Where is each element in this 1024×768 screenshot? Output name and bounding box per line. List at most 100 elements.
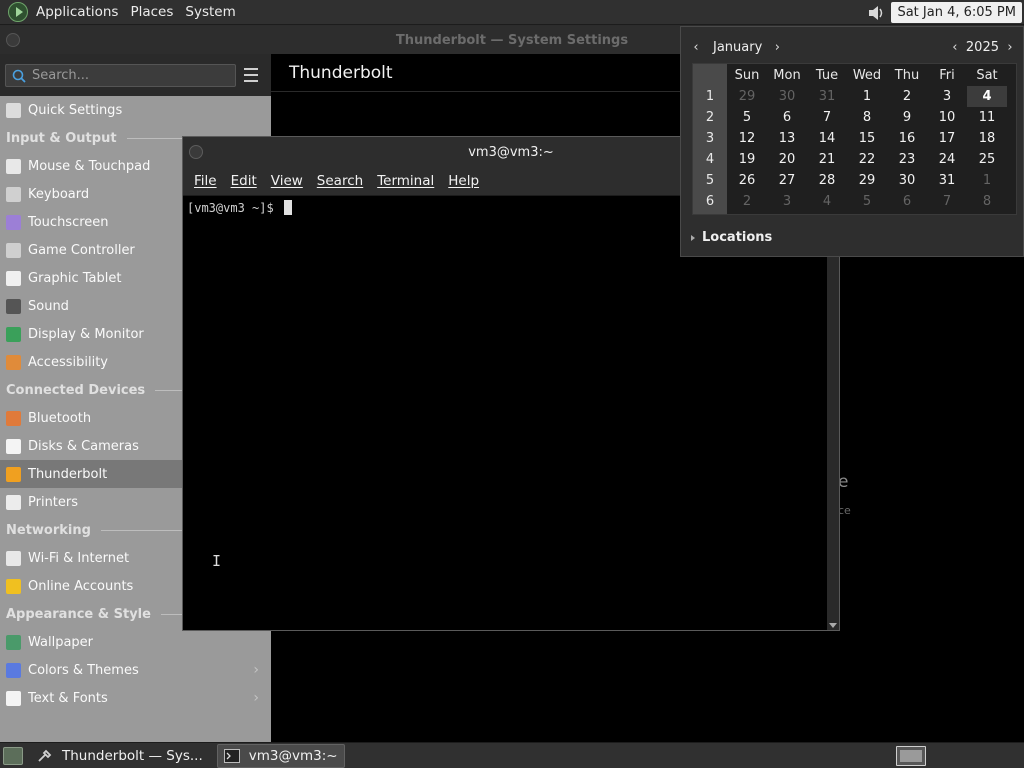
- weekday-header: Wed: [852, 68, 882, 83]
- workspace-switcher[interactable]: [896, 746, 926, 766]
- calendar-day[interactable]: 4: [807, 191, 847, 212]
- calendar-day[interactable]: 13: [767, 128, 807, 149]
- wallpaper-icon: [6, 634, 21, 650]
- next-month-button[interactable]: ›: [770, 40, 784, 55]
- sidebar-item-label: Online Accounts: [28, 578, 134, 594]
- calendar-day[interactable]: 8: [847, 107, 887, 128]
- sidebar-section-label: Input & Output: [6, 130, 117, 146]
- calendar-day[interactable]: 15: [847, 128, 887, 149]
- calendar-day[interactable]: 18: [967, 128, 1007, 149]
- calendar-day[interactable]: 24: [927, 149, 967, 170]
- calendar-day[interactable]: 3: [767, 191, 807, 212]
- calendar-day[interactable]: 2: [887, 86, 927, 107]
- search-placeholder: Search...: [32, 68, 90, 83]
- sidebar-search-row: Search...: [0, 54, 271, 96]
- menu-applications[interactable]: Applications: [30, 0, 124, 25]
- sidebar-item-colors-themes[interactable]: Colors & Themes ›: [0, 656, 271, 684]
- calendar-day[interactable]: 1: [967, 170, 1007, 191]
- locations-expander[interactable]: Locations: [691, 230, 772, 245]
- calendar-day[interactable]: 27: [767, 170, 807, 191]
- weekday-header: Sun: [734, 68, 760, 83]
- sidebar-item-label: Text & Fonts: [28, 690, 108, 706]
- window-menu-button[interactable]: [189, 145, 203, 159]
- calendar-day[interactable]: 23: [887, 149, 927, 170]
- search-input[interactable]: Search...: [5, 64, 236, 87]
- calendar-day[interactable]: 1: [847, 86, 887, 107]
- network-icon: [6, 550, 21, 566]
- scroll-down-arrow-icon[interactable]: [829, 623, 837, 628]
- terminal-icon: [223, 748, 240, 763]
- prev-month-button[interactable]: ‹: [689, 40, 703, 55]
- prev-year-button[interactable]: ‹: [948, 40, 962, 55]
- menu-file[interactable]: File: [187, 173, 224, 189]
- sidebar-item-text-fonts[interactable]: Text & Fonts ›: [0, 684, 271, 712]
- window-menu-button[interactable]: [6, 33, 20, 47]
- app-logo-icon[interactable]: [8, 2, 28, 22]
- touchscreen-icon: [6, 214, 21, 230]
- speaker-icon[interactable]: [865, 2, 887, 24]
- calendar-day[interactable]: 5: [847, 191, 887, 212]
- calendar-day[interactable]: 6: [767, 107, 807, 128]
- calendar-day[interactable]: 29: [727, 86, 767, 107]
- calendar-day-today[interactable]: 4: [967, 86, 1007, 107]
- week-number: 5: [705, 173, 715, 188]
- sidebar-item-label: Wi-Fi & Internet: [28, 550, 130, 566]
- calendar-day[interactable]: 7: [927, 191, 967, 212]
- chevron-right-icon: ›: [253, 690, 259, 706]
- menu-edit[interactable]: Edit: [224, 173, 264, 189]
- search-icon: [12, 69, 26, 83]
- printer-icon: [6, 494, 21, 510]
- menu-help[interactable]: Help: [441, 173, 486, 189]
- weekday-header: Tue: [815, 68, 839, 83]
- calendar-day[interactable]: 25: [967, 149, 1007, 170]
- calendar-day[interactable]: 6: [887, 191, 927, 212]
- calendar-day[interactable]: 5: [727, 107, 767, 128]
- weekday-header: Thu: [894, 68, 920, 83]
- calendar-day[interactable]: 14: [807, 128, 847, 149]
- calendar-day[interactable]: 17: [927, 128, 967, 149]
- calendar-day[interactable]: 12: [727, 128, 767, 149]
- calendar-day[interactable]: 9: [887, 107, 927, 128]
- top-panel: Applications Places System Sat Jan 4, 6:…: [0, 0, 1024, 25]
- menu-terminal[interactable]: Terminal: [370, 173, 441, 189]
- sidebar-item-wallpaper[interactable]: Wallpaper: [0, 628, 271, 656]
- calendar-day[interactable]: 31: [807, 86, 847, 107]
- calendar-day[interactable]: 22: [847, 149, 887, 170]
- calendar-day[interactable]: 20: [767, 149, 807, 170]
- calendar-day[interactable]: 29: [847, 170, 887, 191]
- calendar-grid: Sun Mon Tue Wed Thu Fri Sat 1 29 30 31 1 2 3 4 2 5 6 7 8 9 10…: [692, 63, 1017, 215]
- menu-places[interactable]: Places: [124, 0, 179, 25]
- calendar-day[interactable]: 30: [887, 170, 927, 191]
- clock[interactable]: Sat Jan 4, 6:05 PM: [891, 2, 1022, 23]
- calendar-day[interactable]: 16: [887, 128, 927, 149]
- terminal-scrollbar[interactable]: [827, 196, 839, 630]
- calendar-day[interactable]: 19: [727, 149, 767, 170]
- disk-icon: [6, 438, 21, 454]
- next-year-button[interactable]: ›: [1003, 40, 1017, 55]
- hamburger-menu-icon[interactable]: [244, 68, 258, 82]
- calendar-day[interactable]: 26: [727, 170, 767, 191]
- calendar-day[interactable]: 7: [807, 107, 847, 128]
- menu-search[interactable]: Search: [310, 173, 370, 189]
- taskbar-button[interactable]: vm3@vm3:~: [216, 743, 345, 768]
- calendar-day[interactable]: 30: [767, 86, 807, 107]
- terminal-output[interactable]: [vm3@vm3 ~]$: [183, 196, 827, 630]
- sidebar-item-quick-settings[interactable]: Quick Settings: [0, 96, 271, 124]
- calendar-day[interactable]: 10: [927, 107, 967, 128]
- week-number: 4: [705, 152, 715, 167]
- mouse-icon: [6, 158, 21, 174]
- calendar-day[interactable]: 11: [967, 107, 1007, 128]
- menu-system[interactable]: System: [179, 0, 241, 25]
- calendar-day[interactable]: 28: [807, 170, 847, 191]
- taskbar-button[interactable]: Thunderbolt — Sys...: [31, 744, 209, 768]
- calendar-day[interactable]: 2: [727, 191, 767, 212]
- sidebar-item-label: Thunderbolt: [28, 466, 108, 482]
- speaker-icon: [6, 298, 21, 314]
- calendar-day[interactable]: 31: [927, 170, 967, 191]
- calendar-day[interactable]: 3: [927, 86, 967, 107]
- show-desktop-icon[interactable]: [3, 746, 23, 765]
- menu-view[interactable]: View: [264, 173, 310, 189]
- sidebar-item-label: Wallpaper: [28, 634, 94, 650]
- calendar-day[interactable]: 8: [967, 191, 1007, 212]
- calendar-day[interactable]: 21: [807, 149, 847, 170]
